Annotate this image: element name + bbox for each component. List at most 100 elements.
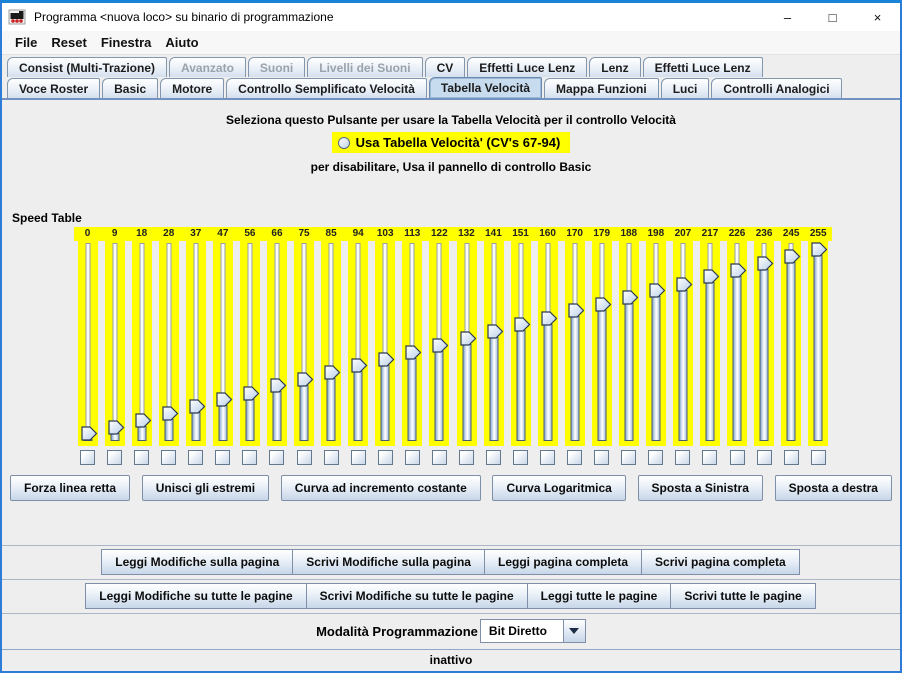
- tab-consist-multi-trazione[interactable]: Consist (Multi-Trazione): [7, 57, 167, 77]
- slider-thumb[interactable]: [324, 365, 341, 380]
- slider-checkbox-9[interactable]: [324, 450, 339, 465]
- slider-thumb[interactable]: [541, 311, 558, 326]
- tab-avanzato[interactable]: Avanzato: [169, 57, 246, 77]
- tab-tabella-velocit[interactable]: Tabella Velocità: [429, 77, 542, 98]
- speed-slider-23[interactable]: [697, 241, 724, 446]
- curva-logaritmica-button[interactable]: Curva Logaritmica: [492, 475, 625, 501]
- slider-checkbox-7[interactable]: [269, 450, 284, 465]
- slider-thumb[interactable]: [108, 420, 125, 435]
- slider-checkbox-16[interactable]: [513, 450, 528, 465]
- speed-slider-13[interactable]: [426, 241, 453, 446]
- slider-thumb[interactable]: [432, 338, 449, 353]
- speed-slider-17[interactable]: [534, 241, 561, 446]
- speed-slider-15[interactable]: [480, 241, 507, 446]
- slider-checkbox-13[interactable]: [432, 450, 447, 465]
- speed-slider-22[interactable]: [670, 241, 697, 446]
- slider-thumb[interactable]: [162, 406, 179, 421]
- slider-checkbox-3[interactable]: [161, 450, 176, 465]
- slider-track[interactable]: [139, 243, 144, 440]
- tab-lenz[interactable]: Lenz: [589, 57, 640, 77]
- slider-checkbox-1[interactable]: [107, 450, 122, 465]
- slider-checkbox-19[interactable]: [594, 450, 609, 465]
- tab-luci[interactable]: Luci: [661, 78, 710, 98]
- menu-finestra[interactable]: Finestra: [94, 32, 159, 53]
- slider-thumb[interactable]: [135, 413, 152, 428]
- slider-checkbox-11[interactable]: [378, 450, 393, 465]
- slider-thumb[interactable]: [460, 331, 477, 346]
- close-button[interactable]: ×: [855, 3, 900, 31]
- use-speed-table-radio[interactable]: [338, 137, 350, 149]
- speed-slider-14[interactable]: [453, 241, 480, 446]
- speed-slider-4[interactable]: [182, 241, 209, 446]
- slider-checkbox-24[interactable]: [730, 450, 745, 465]
- menu-aiuto[interactable]: Aiuto: [158, 32, 205, 53]
- speed-slider-18[interactable]: [561, 241, 588, 446]
- speed-slider-24[interactable]: [724, 241, 751, 446]
- slider-checkbox-27[interactable]: [811, 450, 826, 465]
- slider-checkbox-6[interactable]: [242, 450, 257, 465]
- speed-slider-2[interactable]: [128, 241, 155, 446]
- slider-checkbox-26[interactable]: [784, 450, 799, 465]
- speed-slider-19[interactable]: [588, 241, 615, 446]
- slider-thumb[interactable]: [297, 372, 314, 387]
- curva-ad-incremento-costante-button[interactable]: Curva ad incremento costante: [281, 475, 481, 501]
- slider-checkbox-25[interactable]: [757, 450, 772, 465]
- slider-checkbox-18[interactable]: [567, 450, 582, 465]
- slider-checkbox-17[interactable]: [540, 450, 555, 465]
- tab-controlli-analogici[interactable]: Controlli Analogici: [711, 78, 841, 98]
- leggi-modifiche-su-tutte-le-pagine-button[interactable]: Leggi Modifiche su tutte le pagine: [85, 583, 306, 609]
- slider-thumb[interactable]: [405, 345, 422, 360]
- tab-basic[interactable]: Basic: [102, 78, 158, 98]
- maximize-button[interactable]: □: [810, 3, 855, 31]
- slider-checkbox-21[interactable]: [648, 450, 663, 465]
- slider-thumb[interactable]: [216, 392, 233, 407]
- speed-slider-3[interactable]: [155, 241, 182, 446]
- slider-thumb[interactable]: [81, 426, 98, 441]
- speed-slider-11[interactable]: [372, 241, 399, 446]
- slider-thumb[interactable]: [703, 269, 720, 284]
- speed-slider-5[interactable]: [209, 241, 236, 446]
- tab-effetti-luce-lenz[interactable]: Effetti Luce Lenz: [467, 57, 587, 77]
- speed-slider-9[interactable]: [318, 241, 345, 446]
- minimize-button[interactable]: –: [765, 3, 810, 31]
- speed-slider-26[interactable]: [778, 241, 805, 446]
- slider-track[interactable]: [112, 243, 117, 440]
- tab-cv[interactable]: CV: [425, 57, 466, 77]
- slider-checkbox-12[interactable]: [405, 450, 420, 465]
- slider-checkbox-8[interactable]: [297, 450, 312, 465]
- scrivi-modifiche-su-tutte-le-pagine-button[interactable]: Scrivi Modifiche su tutte le pagine: [306, 583, 528, 609]
- speed-slider-27[interactable]: [805, 241, 832, 446]
- leggi-pagina-completa-button[interactable]: Leggi pagina completa: [484, 549, 642, 575]
- tab-controllo-semplificato-velocit[interactable]: Controllo Semplificato Velocità: [226, 78, 427, 98]
- scrivi-modifiche-sulla-pagina-button[interactable]: Scrivi Modifiche sulla pagina: [292, 549, 485, 575]
- speed-slider-7[interactable]: [264, 241, 291, 446]
- slider-thumb[interactable]: [676, 277, 693, 292]
- tab-motore[interactable]: Motore: [160, 78, 224, 98]
- leggi-tutte-le-pagine-button[interactable]: Leggi tutte le pagine: [527, 583, 672, 609]
- speed-slider-16[interactable]: [507, 241, 534, 446]
- scrivi-pagina-completa-button[interactable]: Scrivi pagina completa: [641, 549, 800, 575]
- speed-slider-12[interactable]: [399, 241, 426, 446]
- slider-checkbox-23[interactable]: [702, 450, 717, 465]
- slider-thumb[interactable]: [595, 297, 612, 312]
- slider-checkbox-14[interactable]: [459, 450, 474, 465]
- leggi-modifiche-sulla-pagina-button[interactable]: Leggi Modifiche sulla pagina: [101, 549, 293, 575]
- slider-checkbox-0[interactable]: [80, 450, 95, 465]
- slider-checkbox-4[interactable]: [188, 450, 203, 465]
- slider-thumb[interactable]: [351, 358, 368, 373]
- sposta-a-sinistra-button[interactable]: Sposta a Sinistra: [638, 475, 763, 501]
- tab-suoni[interactable]: Suoni: [248, 57, 305, 77]
- slider-checkbox-22[interactable]: [675, 450, 690, 465]
- tab-effetti-luce-lenz[interactable]: Effetti Luce Lenz: [643, 57, 763, 77]
- tab-livelli-dei-suoni[interactable]: Livelli dei Suoni: [307, 57, 422, 77]
- slider-thumb[interactable]: [243, 386, 260, 401]
- speed-slider-21[interactable]: [643, 241, 670, 446]
- unisci-gli-estremi-button[interactable]: Unisci gli estremi: [142, 475, 269, 501]
- use-speed-table-option[interactable]: Usa Tabella Velocità' (CV's 67-94): [332, 132, 571, 153]
- slider-thumb[interactable]: [784, 249, 801, 264]
- programming-mode-select[interactable]: Bit Diretto: [480, 619, 586, 643]
- speed-slider-20[interactable]: [615, 241, 642, 446]
- forza-linea-retta-button[interactable]: Forza linea retta: [10, 475, 130, 501]
- tab-mappa-funzioni[interactable]: Mappa Funzioni: [544, 78, 659, 98]
- menu-file[interactable]: File: [8, 32, 44, 53]
